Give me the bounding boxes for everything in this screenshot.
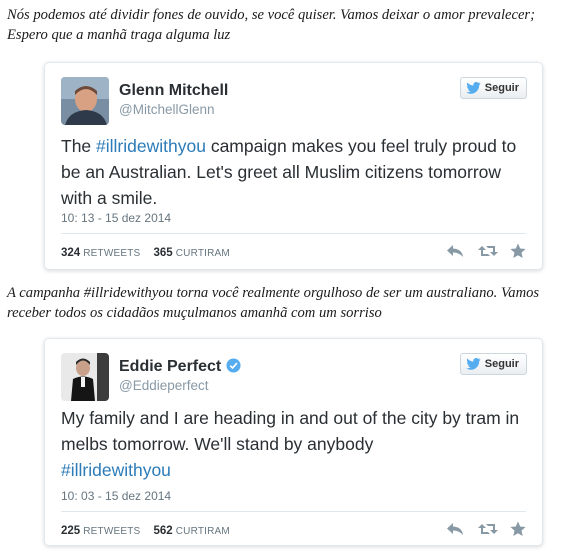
tweet-text: My family and I are heading in and out o…: [61, 405, 531, 483]
follow-label: Seguir: [484, 82, 519, 94]
retweet-count[interactable]: 324: [61, 247, 80, 259]
hashtag-link[interactable]: #illridewithyou: [96, 136, 206, 156]
tweet-stats: 225 RETWEETS 562 CURTIRAM: [61, 525, 240, 537]
avatar[interactable]: [61, 353, 109, 401]
divider: [61, 511, 526, 512]
reply-icon[interactable]: [446, 521, 464, 537]
favorite-star-icon[interactable]: [510, 521, 528, 537]
avatar[interactable]: [61, 77, 109, 125]
twitter-bird-icon: [466, 82, 481, 94]
like-label: CURTIRAM: [175, 526, 230, 537]
like-count[interactable]: 365: [153, 247, 172, 259]
retweet-count[interactable]: 225: [61, 525, 80, 537]
retweet-icon[interactable]: [478, 243, 498, 259]
tweet-text: The #illridewithyou campaign makes you f…: [61, 133, 531, 211]
embedded-tweet-eddie: Eddie Perfect @Eddieperfect Seguir My fa…: [44, 338, 543, 546]
like-label: CURTIRAM: [175, 248, 230, 259]
hashtag-link[interactable]: #illridewithyou: [61, 460, 171, 480]
caption-translation-1: Nós podemos até dividir fones de ouvido,…: [7, 7, 535, 43]
divider: [61, 233, 526, 234]
author-handle[interactable]: @Eddieperfect: [119, 378, 209, 393]
like-count[interactable]: 562: [153, 525, 172, 537]
author-name[interactable]: Glenn Mitchell: [119, 82, 228, 100]
author-name[interactable]: Eddie Perfect: [119, 358, 241, 376]
twitter-bird-icon: [466, 358, 481, 370]
reply-icon[interactable]: [446, 243, 464, 259]
caption-translation-2: A campanha #illridewithyou torna você re…: [7, 285, 540, 321]
retweet-label: RETWEETS: [83, 526, 141, 537]
tweet-stats: 324 RETWEETS 365 CURTIRAM: [61, 247, 240, 259]
embedded-tweet-glenn: Glenn Mitchell @MitchellGlenn Seguir The…: [44, 62, 543, 270]
verified-badge-icon: [226, 358, 241, 373]
follow-button[interactable]: Seguir: [459, 77, 527, 99]
tweet-text-before: The: [61, 136, 97, 156]
retweet-icon[interactable]: [478, 521, 498, 537]
tweet-text-before: My family and I are heading in and out o…: [61, 408, 520, 454]
follow-button[interactable]: Seguir: [459, 353, 527, 375]
author-name-text: Eddie Perfect: [119, 358, 222, 375]
follow-label: Seguir: [484, 358, 519, 370]
tweet-actions: [446, 243, 528, 259]
tweet-timestamp[interactable]: 10: 03 - 15 dez 2014: [61, 489, 171, 503]
tweet-actions: [446, 521, 528, 537]
favorite-star-icon[interactable]: [510, 243, 528, 259]
retweet-label: RETWEETS: [83, 248, 141, 259]
tweet-timestamp[interactable]: 10: 13 - 15 dez 2014: [61, 211, 171, 225]
author-handle[interactable]: @MitchellGlenn: [119, 102, 215, 117]
